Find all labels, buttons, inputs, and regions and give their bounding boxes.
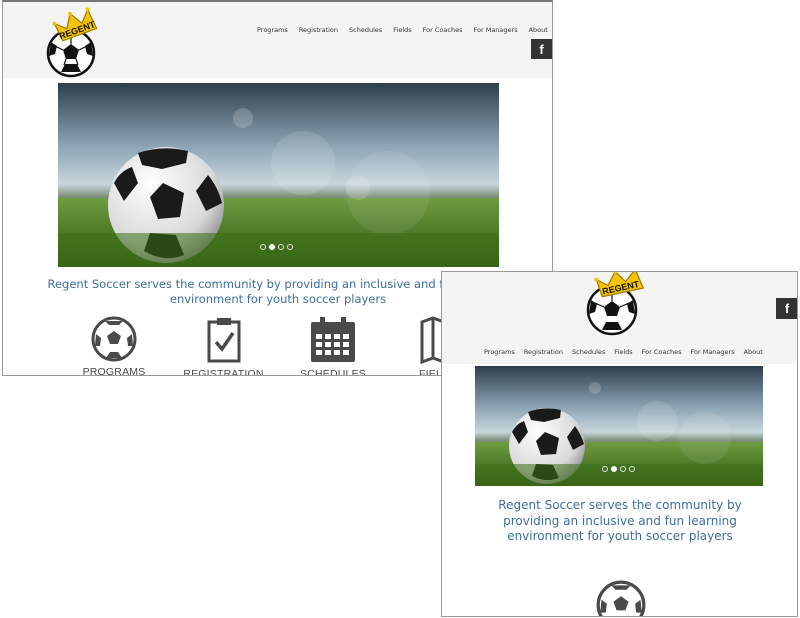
slider-dot-active[interactable] <box>611 466 617 472</box>
nav-registration[interactable]: Registration <box>524 348 563 356</box>
feature-label: REGISTRATION <box>183 368 264 376</box>
regent-logo[interactable]: REGENT <box>580 271 658 338</box>
nav-for-managers[interactable]: For Managers <box>473 26 517 34</box>
calendar-icon <box>311 317 355 362</box>
site-header: REGENT Programs Registration Schedules F… <box>442 272 797 364</box>
tagline: Regent Soccer serves the community by pr… <box>498 498 742 543</box>
site-header: REGENT Programs Registration Schedules F… <box>3 2 552 78</box>
soccer-ball-icon <box>596 580 646 616</box>
feature-programs[interactable]: PROGRAMS <box>75 316 153 376</box>
slider-dot[interactable] <box>620 466 626 472</box>
facebook-icon[interactable]: f <box>531 39 552 59</box>
nav-for-managers[interactable]: For Managers <box>690 348 734 356</box>
mobile-screenshot: REGENT Programs Registration Schedules F… <box>441 271 798 617</box>
main-nav: Programs Registration Schedules Fields F… <box>484 348 763 356</box>
feature-label: PROGRAMS <box>82 366 146 376</box>
nav-schedules[interactable]: Schedules <box>572 348 605 356</box>
nav-for-coaches[interactable]: For Coaches <box>642 348 682 356</box>
clipboard-check-icon <box>207 318 240 363</box>
nav-about[interactable]: About <box>529 26 548 34</box>
slider-dot[interactable] <box>602 466 608 472</box>
nav-fields[interactable]: Fields <box>614 348 632 356</box>
slider-dot[interactable] <box>629 466 635 472</box>
feature-label: SCHEDULES <box>300 368 366 376</box>
slider-dots <box>260 244 293 250</box>
nav-registration[interactable]: Registration <box>299 26 338 34</box>
slider-dots <box>602 466 635 472</box>
hero-image <box>58 83 499 267</box>
slider-dot[interactable] <box>260 244 266 250</box>
soccer-ball-icon <box>91 316 137 362</box>
hero-slider[interactable] <box>475 366 763 486</box>
nav-about[interactable]: About <box>744 348 763 356</box>
nav-for-coaches[interactable]: For Coaches <box>423 26 463 34</box>
feature-registration[interactable]: REGISTRATION <box>176 316 271 376</box>
feature-schedules[interactable]: SCHEDULES <box>293 316 373 376</box>
hero-slider[interactable] <box>58 83 499 267</box>
slider-dot-active[interactable] <box>269 244 275 250</box>
slider-dot[interactable] <box>278 244 284 250</box>
facebook-icon[interactable]: f <box>776 298 797 319</box>
main-nav: Programs Registration Schedules Fields F… <box>257 26 548 34</box>
nav-programs[interactable]: Programs <box>484 348 515 356</box>
nav-programs[interactable]: Programs <box>257 26 288 34</box>
feature-programs[interactable] <box>591 580 651 616</box>
nav-fields[interactable]: Fields <box>393 26 411 34</box>
nav-schedules[interactable]: Schedules <box>349 26 382 34</box>
slider-dot[interactable] <box>287 244 293 250</box>
regent-logo[interactable]: REGENT <box>43 6 119 78</box>
